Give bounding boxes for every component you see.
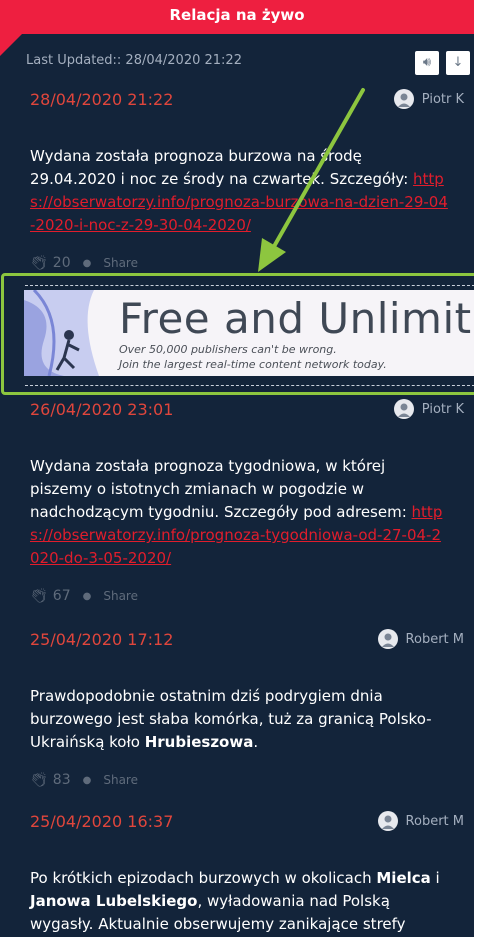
post-author: Robert M: [377, 811, 464, 831]
post-bold: Hrubieszowa: [144, 733, 254, 751]
avatar: [377, 811, 398, 831]
post-bold: Mielca: [376, 869, 431, 887]
post-body-mid: i: [430, 869, 440, 887]
post-body: Wydana została prognoza tygodniowa, w kt…: [30, 457, 412, 521]
ad-illustration: [24, 290, 119, 376]
post-author-name: Piotr K: [421, 91, 464, 107]
ad-divider-bottom: [25, 385, 474, 386]
ad-banner[interactable]: Free and Unlimit Over 50,000 publishers …: [24, 290, 474, 376]
clap-count: 83: [52, 772, 71, 788]
post-body: Wydana została prognoza burzowa na środę…: [30, 147, 414, 188]
post-bold: Janowa Lubelskiego: [30, 892, 198, 910]
post-body: Po krótkich epizodach burzowych w okolic…: [30, 869, 377, 887]
post-text: Prawdopodobnie ostatnim dziś podrygiem d…: [30, 685, 450, 754]
post-author-name: Piotr K: [421, 401, 464, 417]
post-author: Robert M: [377, 629, 464, 649]
post-item: 26/04/2020 23:01 Piotr K Wydana została …: [30, 399, 464, 604]
live-header-title: Relacja na żywo: [169, 6, 305, 24]
post-text: Po krótkich epizodach burzowych w okolic…: [30, 867, 450, 937]
last-updated-label: Last Updated:: 28/04/2020 21:22: [26, 53, 242, 68]
separator-dot: ●: [82, 590, 92, 602]
separator-dot: ●: [82, 257, 92, 269]
post-item: 25/04/2020 17:12 Robert M Prawdopodobnie…: [30, 629, 464, 788]
ad-title: Free and Unlimit: [119, 294, 472, 343]
separator-dot: ●: [82, 774, 92, 786]
post-text: Wydana została prognoza burzowa na środę…: [30, 145, 450, 237]
post-text: Wydana została prognoza tygodniowa, w kt…: [30, 455, 450, 570]
clap-icon[interactable]: 👏︎: [30, 255, 48, 271]
post-author-name: Robert M: [405, 813, 464, 829]
post-footer: 👏︎ 83 ● Share: [30, 772, 450, 788]
avatar: [393, 399, 414, 419]
avatar: [377, 629, 398, 649]
download-button[interactable]: ↓: [446, 51, 470, 75]
post-date: 28/04/2020 21:22: [30, 90, 174, 109]
clap-count: 20: [52, 255, 71, 271]
arrow-down-icon: ↓: [452, 55, 464, 70]
post-author: Piotr K: [393, 89, 464, 109]
post-author-name: Robert M: [405, 631, 464, 647]
clap-count: 67: [52, 588, 71, 604]
share-link[interactable]: Share: [103, 256, 138, 270]
share-link[interactable]: Share: [103, 773, 138, 787]
share-link[interactable]: Share: [103, 589, 138, 603]
clap-icon[interactable]: 👏︎: [30, 588, 48, 604]
avatar: [393, 89, 414, 109]
clap-icon[interactable]: 👏︎: [30, 772, 48, 788]
live-header: Relacja na żywo: [0, 0, 474, 34]
live-blog-panel: Relacja na żywo Last Updated:: 28/04/202…: [0, 0, 474, 937]
post-item: 28/04/2020 21:22 Piotr K Wydana została …: [30, 89, 464, 271]
speaker-icon: 🔊︎: [422, 55, 432, 70]
ad-subtitle-2: Join the largest real-time content netwo…: [119, 358, 387, 371]
post-item: 25/04/2020 16:37 Robert M Po krótkich ep…: [30, 811, 464, 937]
post-footer: 👏︎ 67 ● Share: [30, 588, 450, 604]
post-date: 26/04/2020 23:01: [30, 400, 174, 419]
post-footer: 👏︎ 20 ● Share: [30, 255, 450, 271]
post-author: Piotr K: [393, 399, 464, 419]
sound-button[interactable]: 🔊︎: [415, 51, 439, 75]
post-body-end: .: [253, 733, 259, 751]
ad-divider-top: [25, 285, 474, 286]
header-corner-decoration: [0, 34, 22, 56]
ad-subtitle-1: Over 50,000 publishers can't be wrong.: [119, 343, 337, 356]
